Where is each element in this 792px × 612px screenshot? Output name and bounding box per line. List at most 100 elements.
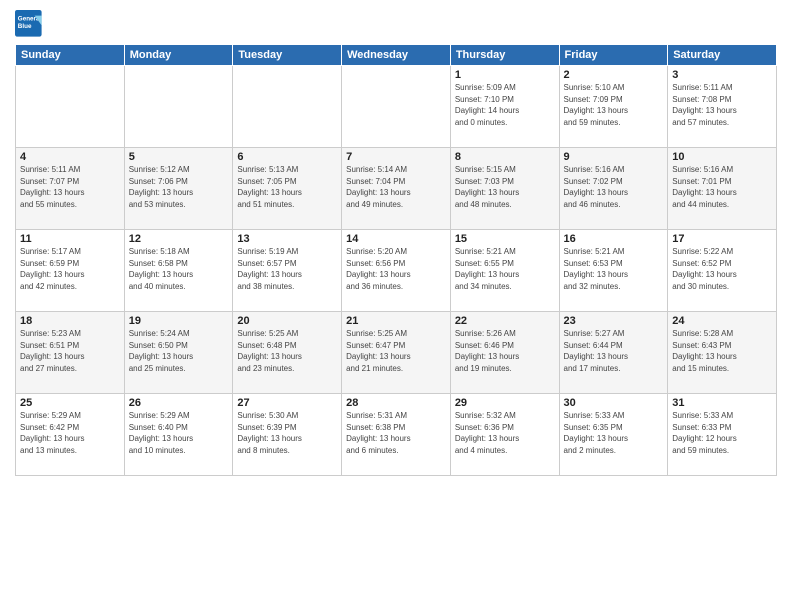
calendar-cell: 9Sunrise: 5:16 AMSunset: 7:02 PMDaylight… xyxy=(559,148,668,230)
calendar-cell: 23Sunrise: 5:27 AMSunset: 6:44 PMDayligh… xyxy=(559,312,668,394)
day-number: 22 xyxy=(455,315,555,327)
weekday-header-tuesday: Tuesday xyxy=(233,45,342,66)
weekday-header-sunday: Sunday xyxy=(16,45,125,66)
calendar-cell: 14Sunrise: 5:20 AMSunset: 6:56 PMDayligh… xyxy=(342,230,451,312)
calendar-cell: 21Sunrise: 5:25 AMSunset: 6:47 PMDayligh… xyxy=(342,312,451,394)
day-number: 13 xyxy=(237,233,337,245)
day-info: Sunrise: 5:32 AMSunset: 6:36 PMDaylight:… xyxy=(455,410,555,456)
calendar-cell: 2Sunrise: 5:10 AMSunset: 7:09 PMDaylight… xyxy=(559,66,668,148)
calendar-cell: 20Sunrise: 5:25 AMSunset: 6:48 PMDayligh… xyxy=(233,312,342,394)
calendar-cell: 16Sunrise: 5:21 AMSunset: 6:53 PMDayligh… xyxy=(559,230,668,312)
calendar-cell: 15Sunrise: 5:21 AMSunset: 6:55 PMDayligh… xyxy=(450,230,559,312)
weekday-header-saturday: Saturday xyxy=(668,45,777,66)
calendar-cell: 7Sunrise: 5:14 AMSunset: 7:04 PMDaylight… xyxy=(342,148,451,230)
day-info: Sunrise: 5:26 AMSunset: 6:46 PMDaylight:… xyxy=(455,328,555,374)
day-number: 14 xyxy=(346,233,446,245)
calendar-cell: 3Sunrise: 5:11 AMSunset: 7:08 PMDaylight… xyxy=(668,66,777,148)
day-number: 2 xyxy=(564,69,664,81)
calendar-cell: 4Sunrise: 5:11 AMSunset: 7:07 PMDaylight… xyxy=(16,148,125,230)
day-number: 10 xyxy=(672,151,772,163)
day-number: 11 xyxy=(20,233,120,245)
day-info: Sunrise: 5:29 AMSunset: 6:40 PMDaylight:… xyxy=(129,410,229,456)
logo-icon: General Blue xyxy=(15,10,43,38)
calendar-cell: 30Sunrise: 5:33 AMSunset: 6:35 PMDayligh… xyxy=(559,394,668,476)
calendar-cell xyxy=(16,66,125,148)
day-number: 16 xyxy=(564,233,664,245)
day-number: 30 xyxy=(564,397,664,409)
day-number: 4 xyxy=(20,151,120,163)
day-info: Sunrise: 5:33 AMSunset: 6:35 PMDaylight:… xyxy=(564,410,664,456)
calendar-cell: 18Sunrise: 5:23 AMSunset: 6:51 PMDayligh… xyxy=(16,312,125,394)
day-number: 18 xyxy=(20,315,120,327)
calendar-cell: 6Sunrise: 5:13 AMSunset: 7:05 PMDaylight… xyxy=(233,148,342,230)
day-number: 9 xyxy=(564,151,664,163)
calendar-cell: 26Sunrise: 5:29 AMSunset: 6:40 PMDayligh… xyxy=(124,394,233,476)
day-number: 3 xyxy=(672,69,772,81)
day-info: Sunrise: 5:27 AMSunset: 6:44 PMDaylight:… xyxy=(564,328,664,374)
calendar-cell: 31Sunrise: 5:33 AMSunset: 6:33 PMDayligh… xyxy=(668,394,777,476)
day-info: Sunrise: 5:16 AMSunset: 7:02 PMDaylight:… xyxy=(564,164,664,210)
calendar-cell: 10Sunrise: 5:16 AMSunset: 7:01 PMDayligh… xyxy=(668,148,777,230)
calendar-week-row: 11Sunrise: 5:17 AMSunset: 6:59 PMDayligh… xyxy=(16,230,777,312)
day-info: Sunrise: 5:19 AMSunset: 6:57 PMDaylight:… xyxy=(237,246,337,292)
day-number: 15 xyxy=(455,233,555,245)
logo: General Blue xyxy=(15,10,47,38)
calendar-cell: 19Sunrise: 5:24 AMSunset: 6:50 PMDayligh… xyxy=(124,312,233,394)
day-info: Sunrise: 5:28 AMSunset: 6:43 PMDaylight:… xyxy=(672,328,772,374)
calendar-cell: 24Sunrise: 5:28 AMSunset: 6:43 PMDayligh… xyxy=(668,312,777,394)
weekday-header-monday: Monday xyxy=(124,45,233,66)
day-number: 1 xyxy=(455,69,555,81)
calendar-week-row: 1Sunrise: 5:09 AMSunset: 7:10 PMDaylight… xyxy=(16,66,777,148)
calendar-cell: 5Sunrise: 5:12 AMSunset: 7:06 PMDaylight… xyxy=(124,148,233,230)
calendar-week-row: 25Sunrise: 5:29 AMSunset: 6:42 PMDayligh… xyxy=(16,394,777,476)
day-info: Sunrise: 5:22 AMSunset: 6:52 PMDaylight:… xyxy=(672,246,772,292)
calendar-cell: 27Sunrise: 5:30 AMSunset: 6:39 PMDayligh… xyxy=(233,394,342,476)
calendar-cell: 8Sunrise: 5:15 AMSunset: 7:03 PMDaylight… xyxy=(450,148,559,230)
calendar-cell: 17Sunrise: 5:22 AMSunset: 6:52 PMDayligh… xyxy=(668,230,777,312)
day-info: Sunrise: 5:16 AMSunset: 7:01 PMDaylight:… xyxy=(672,164,772,210)
day-number: 28 xyxy=(346,397,446,409)
day-info: Sunrise: 5:11 AMSunset: 7:08 PMDaylight:… xyxy=(672,82,772,128)
day-number: 6 xyxy=(237,151,337,163)
day-number: 24 xyxy=(672,315,772,327)
day-info: Sunrise: 5:20 AMSunset: 6:56 PMDaylight:… xyxy=(346,246,446,292)
day-info: Sunrise: 5:21 AMSunset: 6:55 PMDaylight:… xyxy=(455,246,555,292)
calendar-cell: 25Sunrise: 5:29 AMSunset: 6:42 PMDayligh… xyxy=(16,394,125,476)
calendar-cell xyxy=(342,66,451,148)
calendar-cell: 28Sunrise: 5:31 AMSunset: 6:38 PMDayligh… xyxy=(342,394,451,476)
day-info: Sunrise: 5:29 AMSunset: 6:42 PMDaylight:… xyxy=(20,410,120,456)
day-info: Sunrise: 5:18 AMSunset: 6:58 PMDaylight:… xyxy=(129,246,229,292)
day-info: Sunrise: 5:15 AMSunset: 7:03 PMDaylight:… xyxy=(455,164,555,210)
day-number: 17 xyxy=(672,233,772,245)
day-number: 5 xyxy=(129,151,229,163)
day-number: 8 xyxy=(455,151,555,163)
weekday-header-wednesday: Wednesday xyxy=(342,45,451,66)
calendar-cell: 11Sunrise: 5:17 AMSunset: 6:59 PMDayligh… xyxy=(16,230,125,312)
day-number: 27 xyxy=(237,397,337,409)
calendar-cell xyxy=(233,66,342,148)
day-info: Sunrise: 5:30 AMSunset: 6:39 PMDaylight:… xyxy=(237,410,337,456)
day-number: 7 xyxy=(346,151,446,163)
day-number: 29 xyxy=(455,397,555,409)
day-info: Sunrise: 5:25 AMSunset: 6:47 PMDaylight:… xyxy=(346,328,446,374)
day-number: 31 xyxy=(672,397,772,409)
day-info: Sunrise: 5:10 AMSunset: 7:09 PMDaylight:… xyxy=(564,82,664,128)
day-info: Sunrise: 5:14 AMSunset: 7:04 PMDaylight:… xyxy=(346,164,446,210)
day-info: Sunrise: 5:31 AMSunset: 6:38 PMDaylight:… xyxy=(346,410,446,456)
calendar-cell: 12Sunrise: 5:18 AMSunset: 6:58 PMDayligh… xyxy=(124,230,233,312)
day-info: Sunrise: 5:23 AMSunset: 6:51 PMDaylight:… xyxy=(20,328,120,374)
day-info: Sunrise: 5:21 AMSunset: 6:53 PMDaylight:… xyxy=(564,246,664,292)
weekday-header-friday: Friday xyxy=(559,45,668,66)
day-info: Sunrise: 5:17 AMSunset: 6:59 PMDaylight:… xyxy=(20,246,120,292)
calendar-week-row: 18Sunrise: 5:23 AMSunset: 6:51 PMDayligh… xyxy=(16,312,777,394)
day-number: 19 xyxy=(129,315,229,327)
calendar-week-row: 4Sunrise: 5:11 AMSunset: 7:07 PMDaylight… xyxy=(16,148,777,230)
day-info: Sunrise: 5:25 AMSunset: 6:48 PMDaylight:… xyxy=(237,328,337,374)
day-info: Sunrise: 5:12 AMSunset: 7:06 PMDaylight:… xyxy=(129,164,229,210)
calendar-table: SundayMondayTuesdayWednesdayThursdayFrid… xyxy=(15,44,777,476)
day-number: 12 xyxy=(129,233,229,245)
day-info: Sunrise: 5:11 AMSunset: 7:07 PMDaylight:… xyxy=(20,164,120,210)
svg-text:Blue: Blue xyxy=(18,23,32,30)
weekday-header-thursday: Thursday xyxy=(450,45,559,66)
day-number: 23 xyxy=(564,315,664,327)
